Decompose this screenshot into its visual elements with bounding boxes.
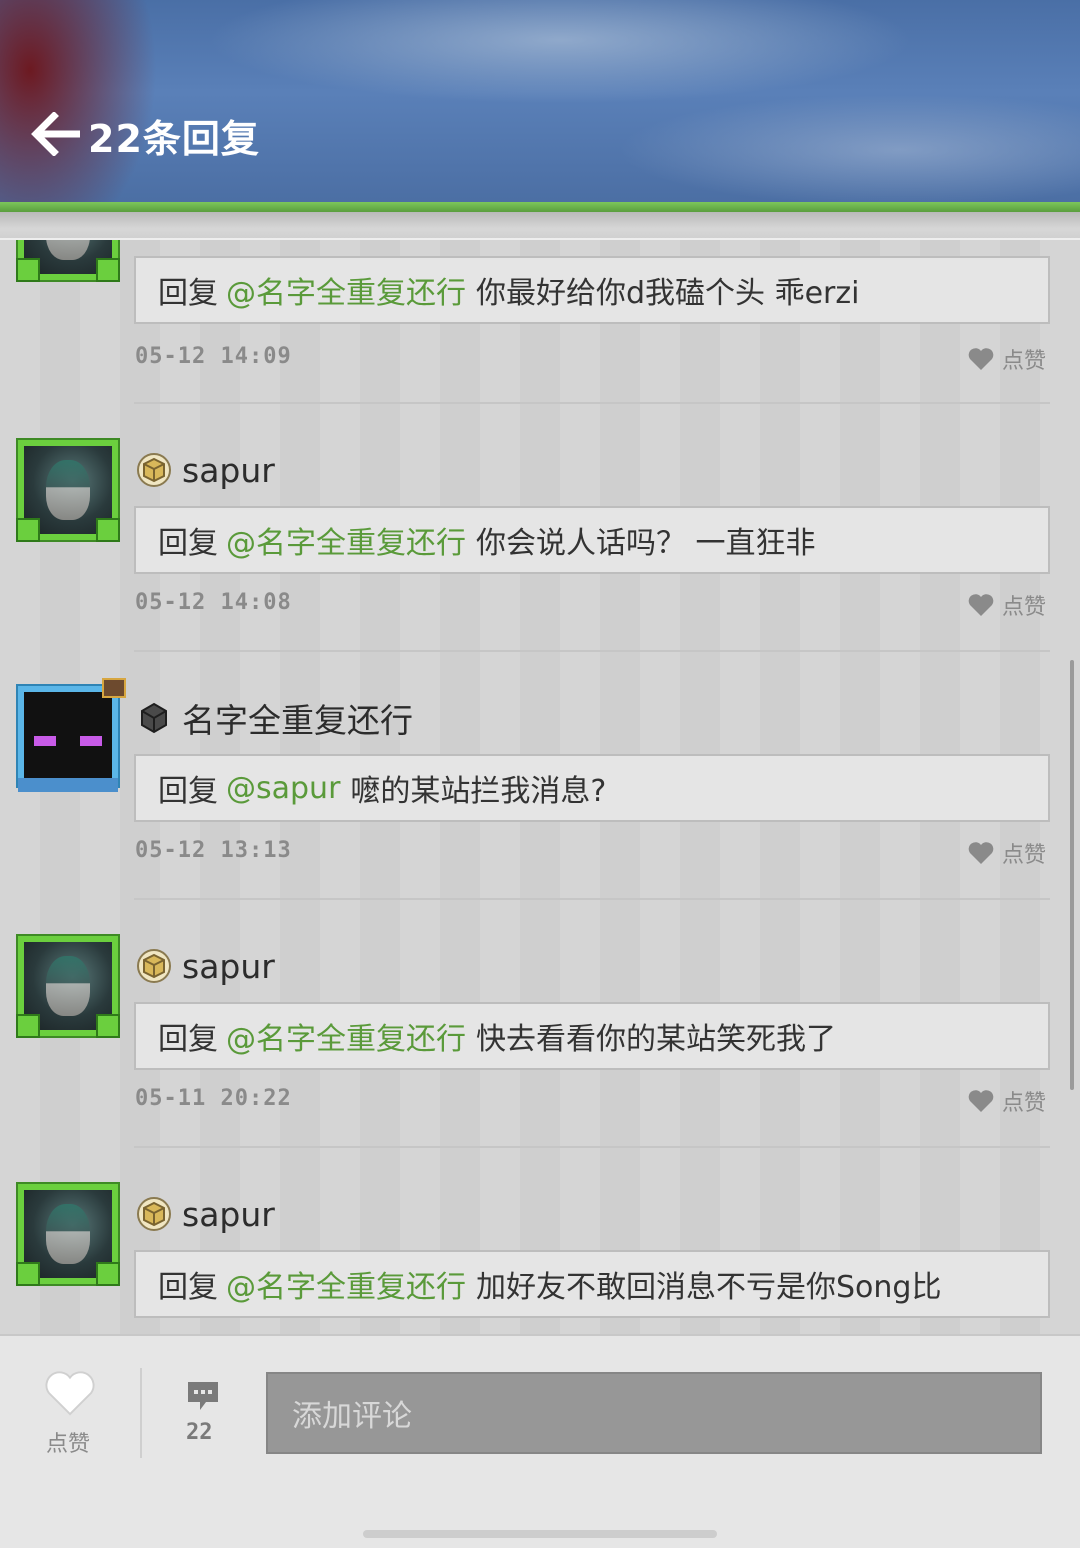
header-accent-bar — [0, 202, 1080, 212]
reply-bubble[interactable]: 回复 @名字全重复还行 你会说人话吗？ 一直狂非 — [134, 506, 1050, 574]
user-avatar[interactable] — [16, 936, 120, 1038]
reply-text: 你会说人话吗？ 一直狂非 — [476, 526, 816, 561]
username[interactable]: sapur — [182, 947, 275, 986]
user-avatar[interactable] — [16, 1184, 120, 1286]
reply-time: 05-12 14:09 — [135, 344, 292, 369]
reply-bubble[interactable]: 回复 @名字全重复还行 快去看看你的某站笑死我了 — [134, 1002, 1050, 1070]
reply-list[interactable]: 回复 @名字全重复还行 你最好给你d我磕个头 乖erzi 05-12 14:09… — [0, 240, 1080, 1334]
home-indicator[interactable] — [363, 1530, 717, 1538]
reply-text: 嚒的某站拦我消息? — [350, 774, 607, 809]
reply-text: 你最好给你d我磕个头 乖erzi — [476, 276, 860, 311]
user-row: sapur — [136, 946, 275, 986]
like-button[interactable]: 点赞 — [968, 342, 1046, 376]
gold-block-icon — [137, 453, 171, 487]
like-label: 点赞 — [1002, 843, 1047, 868]
comment-count: 22 — [186, 1420, 213, 1445]
user-avatar[interactable] — [16, 440, 120, 542]
arrow-left-icon — [31, 111, 80, 157]
like-label: 点赞 — [1002, 1091, 1047, 1116]
like-post-label: 点赞 — [46, 1432, 91, 1457]
reply-time: 05-11 20:22 — [135, 1086, 292, 1111]
user-row: sapur — [136, 1194, 275, 1234]
mention-link[interactable]: @名字全重复还行 — [226, 1014, 466, 1058]
dark-cube-icon — [141, 702, 167, 734]
comment-input[interactable]: 添加评论 — [266, 1372, 1042, 1454]
mention-link[interactable]: @名字全重复还行 — [226, 268, 466, 312]
reply-text: 快去看看你的某站笑死我了 — [476, 1022, 836, 1057]
comment-placeholder: 添加评论 — [292, 1399, 412, 1434]
reply-time: 05-12 14:08 — [135, 590, 292, 615]
heart-icon — [45, 1371, 95, 1416]
mention-link[interactable]: @名字全重复还行 — [226, 1262, 466, 1306]
divider — [134, 402, 1050, 404]
divider — [134, 1146, 1050, 1148]
divider — [134, 898, 1050, 900]
reply-lead: 回复 — [158, 526, 218, 561]
mention-link[interactable]: @sapur — [226, 771, 340, 806]
like-button[interactable]: 点赞 — [968, 836, 1046, 870]
back-button[interactable] — [30, 111, 82, 157]
page-title: 22条回复 — [88, 117, 260, 161]
reply-bubble[interactable]: 回复 @名字全重复还行 加好友不敢回消息不亏是你Song比 — [134, 1250, 1050, 1318]
user-avatar[interactable] — [16, 240, 120, 282]
like-button[interactable]: 点赞 — [968, 1084, 1046, 1118]
separator — [140, 1368, 142, 1458]
reply-bubble[interactable]: 回复 @sapur 嚒的某站拦我消息? — [134, 754, 1050, 822]
username[interactable]: sapur — [182, 1195, 275, 1234]
heart-icon — [968, 594, 994, 616]
heart-icon — [968, 348, 994, 370]
reply-lead: 回复 — [158, 276, 218, 311]
bottom-bar: 点赞 22 添加评论 — [0, 1334, 1080, 1548]
divider — [134, 650, 1050, 652]
comment-icon[interactable] — [186, 1380, 220, 1412]
user-avatar[interactable] — [18, 678, 126, 792]
user-row: sapur — [136, 450, 275, 490]
header-divider — [0, 212, 1080, 240]
username[interactable]: 名字全重复还行 — [182, 694, 413, 742]
heart-icon — [968, 1090, 994, 1112]
reply-lead: 回复 — [158, 774, 218, 809]
like-label: 点赞 — [1002, 595, 1047, 620]
like-post-button[interactable] — [44, 1370, 96, 1420]
header: 22条回复 — [0, 0, 1080, 206]
mention-link[interactable]: @名字全重复还行 — [226, 518, 466, 562]
heart-icon — [968, 842, 994, 864]
gold-block-icon — [137, 1197, 171, 1231]
reply-time: 05-12 13:13 — [135, 838, 292, 863]
reply-text: 加好友不敢回消息不亏是你Song比 — [476, 1270, 942, 1305]
reply-lead: 回复 — [158, 1022, 218, 1057]
user-row: 名字全重复还行 — [136, 698, 413, 740]
gold-block-icon — [137, 949, 171, 983]
scrollbar[interactable] — [1070, 660, 1074, 1090]
username[interactable]: sapur — [182, 451, 275, 490]
like-label: 点赞 — [1002, 349, 1047, 374]
like-button[interactable]: 点赞 — [968, 588, 1046, 622]
reply-bubble[interactable]: 回复 @名字全重复还行 你最好给你d我磕个头 乖erzi — [134, 256, 1050, 324]
reply-lead: 回复 — [158, 1270, 218, 1305]
